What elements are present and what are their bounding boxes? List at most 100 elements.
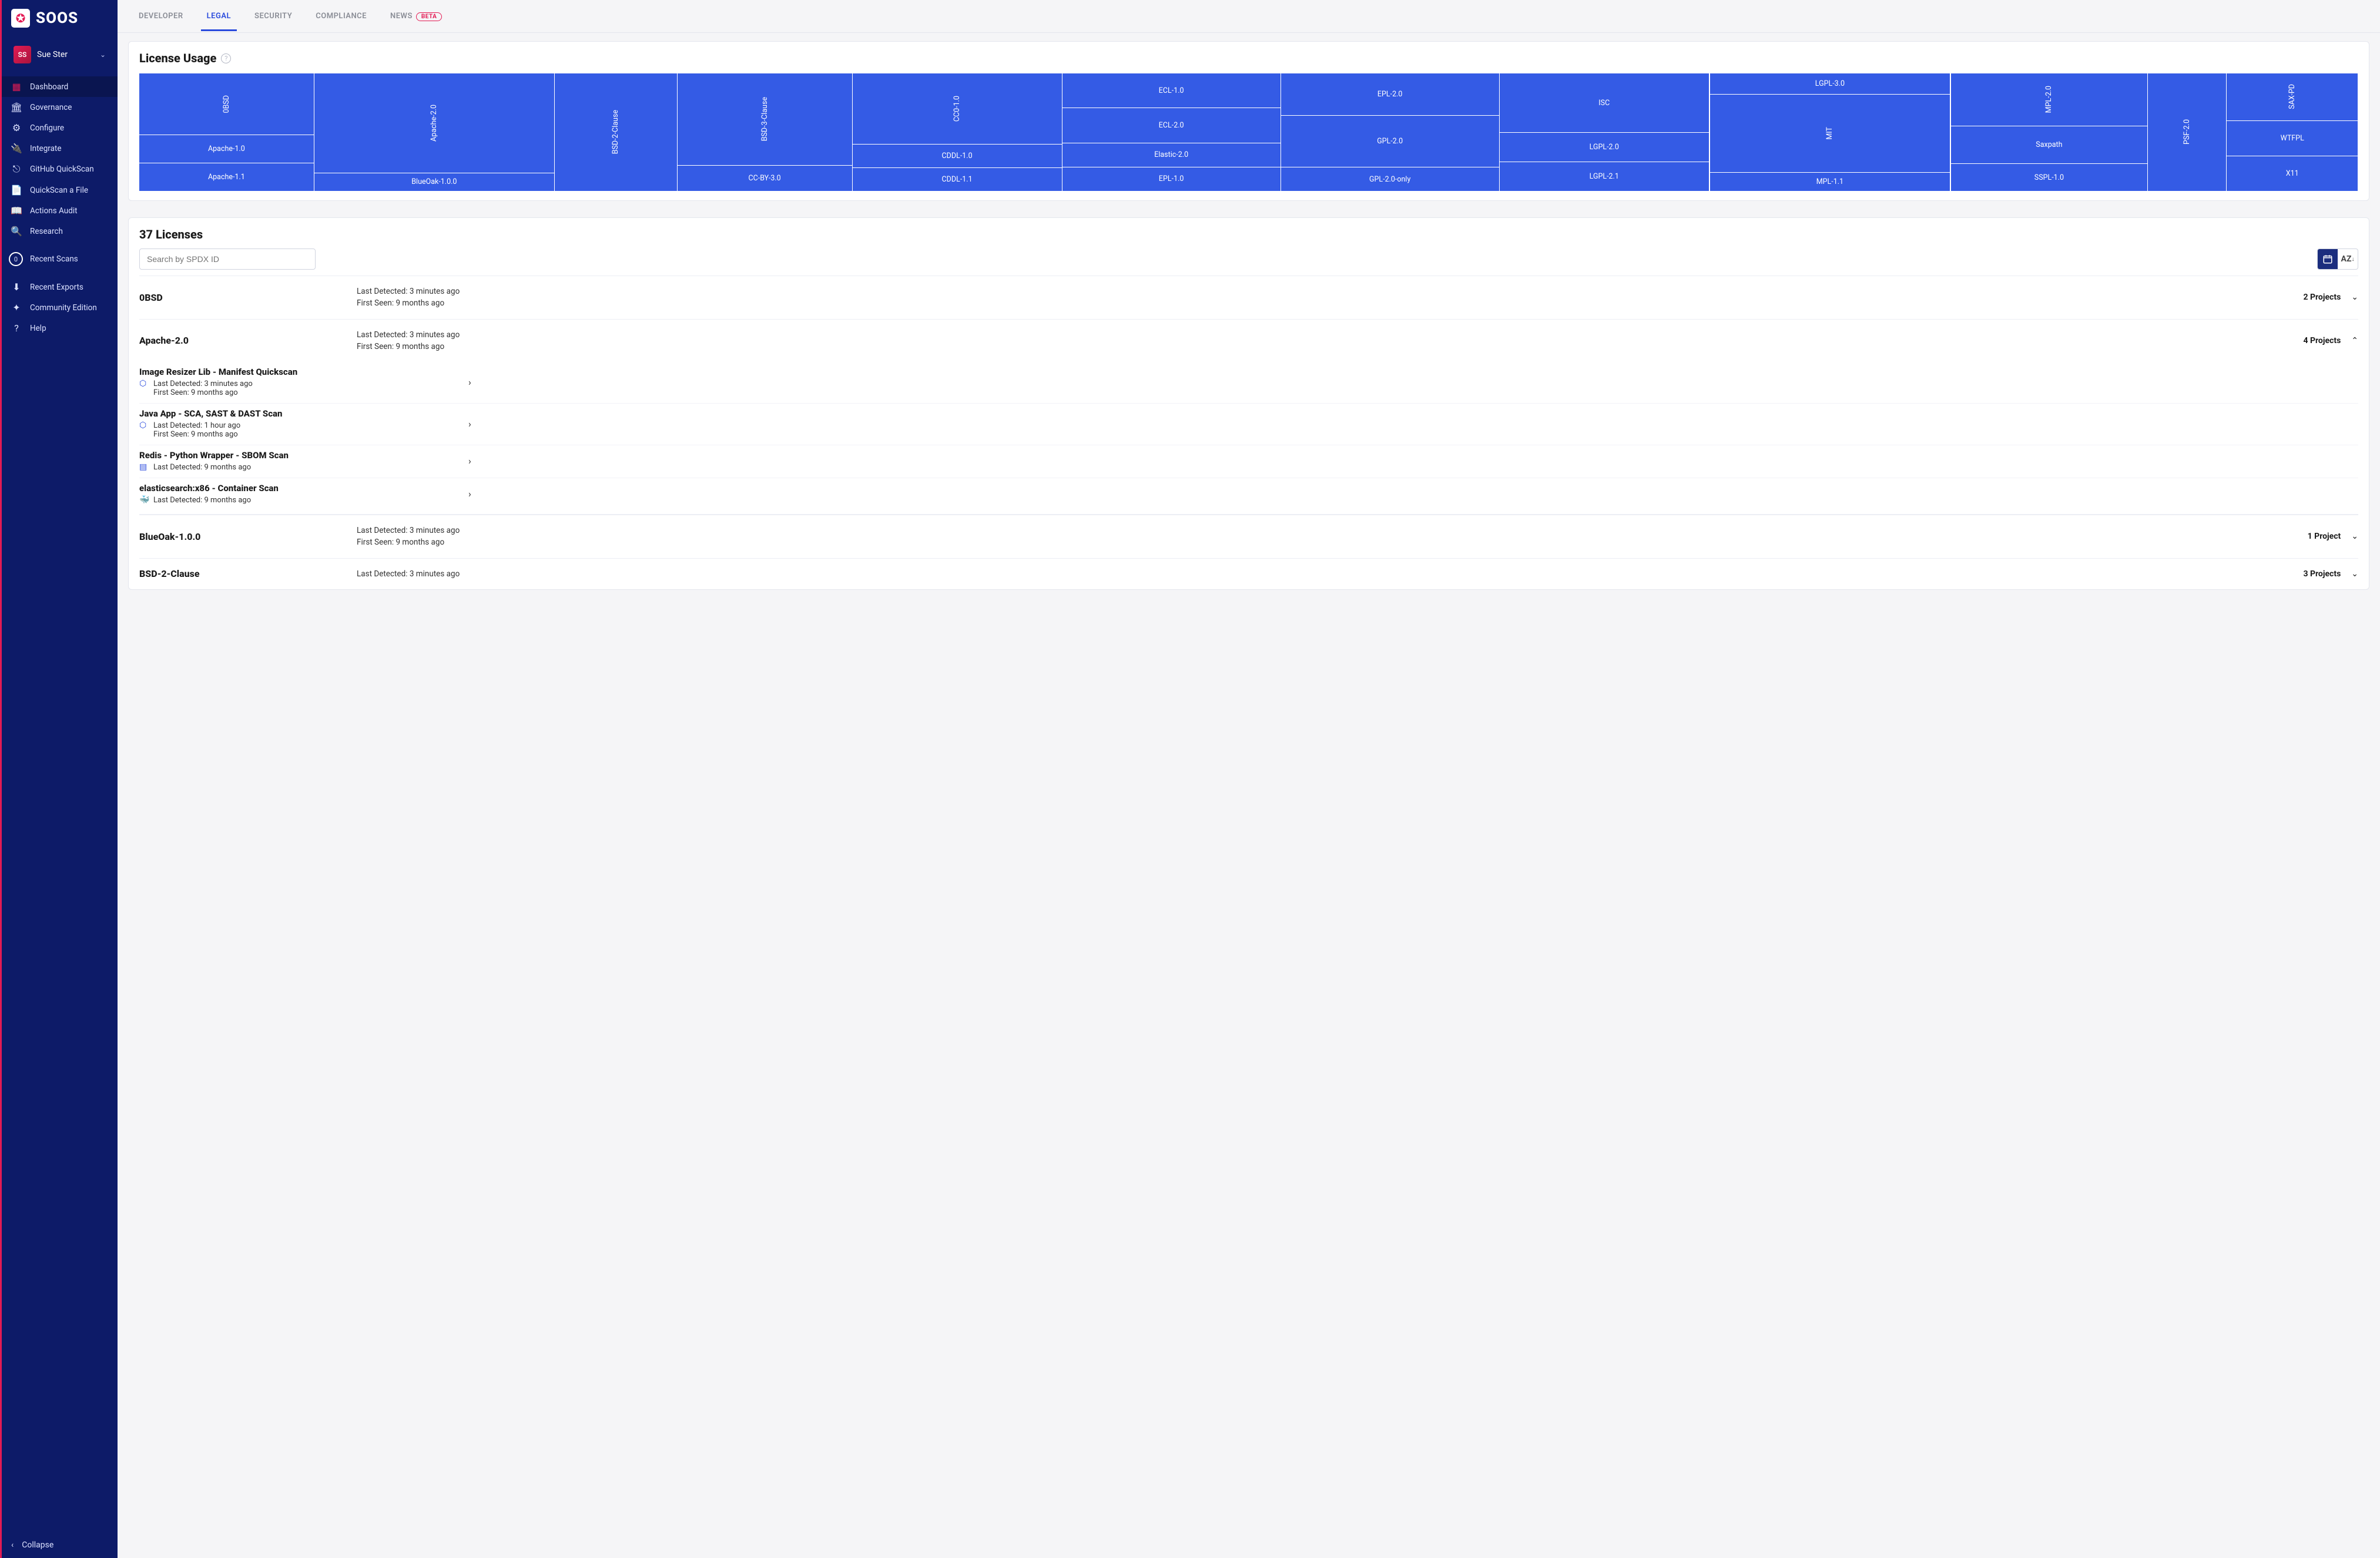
scan-count-badge: 0 bbox=[9, 252, 23, 266]
package-icon: ⬡ bbox=[139, 421, 149, 430]
tab-developer[interactable]: DEVELOPER bbox=[139, 1, 183, 31]
treemap-cell[interactable]: LGPL-2.0 bbox=[1500, 133, 1709, 162]
project-row[interactable]: Redis - Python Wrapper - SBOM Scan ▤Last… bbox=[139, 445, 2358, 478]
logo: ✪ SOOS bbox=[2, 0, 118, 36]
treemap-cell[interactable]: CDDL-1.0 bbox=[853, 145, 1062, 167]
nav-configure[interactable]: ⚙ Configure bbox=[2, 117, 118, 138]
search-input[interactable] bbox=[139, 249, 316, 270]
treemap-cell[interactable]: ISC bbox=[1500, 73, 1709, 132]
nav-community[interactable]: ✦ Community Edition bbox=[2, 297, 118, 318]
user-menu[interactable]: SS Sue Ster ⌄ bbox=[6, 40, 113, 69]
treemap-cell[interactable]: GPL-2.0 bbox=[1281, 116, 1499, 167]
nav-quickscan-file[interactable]: 📄QuickScan a File bbox=[2, 180, 118, 200]
chevron-right-icon: › bbox=[468, 455, 471, 466]
sbom-icon: ▤ bbox=[139, 462, 149, 472]
help-icon: ? bbox=[10, 323, 23, 334]
treemap-cell[interactable]: BSD-2-Clause bbox=[555, 73, 677, 191]
license-row[interactable]: BSD-2-Clause Last Detected: 3 minutes ag… bbox=[139, 558, 2358, 580]
treemap-cell[interactable]: EPL-2.0 bbox=[1281, 73, 1499, 115]
treemap-cell[interactable]: BlueOak-1.0.0 bbox=[314, 173, 554, 191]
github-icon: ⎋ bbox=[10, 163, 23, 175]
treemap-cell[interactable]: SSPL-1.0 bbox=[1951, 164, 2147, 191]
list-title: 37 Licenses bbox=[139, 227, 2358, 241]
nav-label: Governance bbox=[30, 103, 72, 112]
nav-integrate[interactable]: 🔌Integrate bbox=[2, 138, 118, 159]
treemap-cell[interactable]: BSD-3-Clause bbox=[678, 73, 852, 165]
nav-governance[interactable]: 🏛Governance bbox=[2, 97, 118, 117]
nav-recent-exports[interactable]: ⬇Recent Exports bbox=[2, 277, 118, 297]
chevron-down-icon: ⌄ bbox=[2351, 293, 2358, 302]
license-row[interactable]: BlueOak-1.0.0 Last Detected: 3 minutes a… bbox=[139, 515, 2358, 558]
treemap-cell[interactable]: CC0-1.0 bbox=[853, 73, 1062, 144]
tab-compliance[interactable]: COMPLIANCE bbox=[316, 1, 367, 31]
nav-label: Configure bbox=[30, 123, 64, 133]
nav-recent-scans[interactable]: 0 Recent Scans bbox=[2, 247, 118, 271]
sort-az-button[interactable]: AZ↓ bbox=[2338, 249, 2358, 269]
treemap-cell[interactable]: ECL-2.0 bbox=[1062, 108, 1280, 142]
community-icon: ✦ bbox=[10, 302, 23, 313]
treemap-cell[interactable]: SAX-PD bbox=[2227, 73, 2358, 120]
treemap-cell[interactable]: EPL-1.0 bbox=[1062, 167, 1280, 191]
treemap-cell[interactable]: CDDL-1.1 bbox=[853, 168, 1062, 191]
treemap-cell[interactable]: PSF-2.0 bbox=[2148, 73, 2227, 191]
nav-help[interactable]: ? Help bbox=[2, 318, 118, 338]
collapse-sidebar[interactable]: ‹ Collapse bbox=[2, 1532, 118, 1558]
treemap-cell[interactable]: LGPL-2.1 bbox=[1500, 162, 1709, 191]
nav-dashboard[interactable]: ▦Dashboard bbox=[2, 76, 118, 97]
treemap-cell[interactable]: LGPL-3.0 bbox=[1710, 73, 1950, 94]
license-meta: Last Detected: 3 minutes ago bbox=[357, 568, 2303, 580]
license-row[interactable]: 0BSD Last Detected: 3 minutes agoFirst S… bbox=[139, 276, 2358, 319]
help-icon[interactable]: ? bbox=[221, 53, 231, 63]
treemap-cell[interactable]: X11 bbox=[2227, 156, 2358, 191]
integrate-icon: 🔌 bbox=[10, 143, 23, 154]
treemap-cell[interactable]: Apache-1.1 bbox=[139, 163, 314, 191]
treemap-cell[interactable]: ECL-1.0 bbox=[1062, 73, 1280, 108]
license-name: Apache-2.0 bbox=[139, 335, 357, 346]
beta-badge: BETA bbox=[416, 12, 443, 21]
license-treemap: 0BSD Apache-1.0 Apache-1.1 Apache-2.0 Bl… bbox=[139, 73, 2358, 191]
treemap-cell[interactable]: GPL-2.0-only bbox=[1281, 167, 1499, 191]
treemap-cell[interactable]: Elastic-2.0 bbox=[1062, 143, 1280, 167]
license-meta: Last Detected: 3 minutes agoFirst Seen: … bbox=[357, 286, 2303, 310]
treemap-cell[interactable]: MPL-2.0 bbox=[1951, 73, 2147, 126]
project-row[interactable]: Image Resizer Lib - Manifest Quickscan ⬡… bbox=[139, 362, 2358, 403]
sort-date-button[interactable] bbox=[2318, 249, 2338, 269]
nav-label: Help bbox=[30, 324, 46, 333]
treemap-cell[interactable]: Apache-2.0 bbox=[314, 73, 554, 173]
treemap-cell[interactable]: WTFPL bbox=[2227, 121, 2358, 156]
configure-icon: ⚙ bbox=[10, 122, 23, 133]
nav-github-quickscan[interactable]: ⎋ GitHub QuickScan bbox=[2, 159, 118, 180]
nav-label: GitHub QuickScan bbox=[30, 164, 94, 174]
calendar-icon bbox=[2322, 254, 2333, 264]
export-icon: ⬇ bbox=[10, 281, 23, 293]
treemap-cell[interactable]: 0BSD bbox=[139, 73, 314, 135]
project-title: Image Resizer Lib - Manifest Quickscan bbox=[139, 367, 468, 377]
treemap-cell[interactable]: MPL-1.1 bbox=[1710, 173, 1950, 191]
tab-legal[interactable]: LEGAL bbox=[207, 1, 231, 31]
nav-label: Recent Scans bbox=[30, 254, 78, 264]
license-name: BlueOak-1.0.0 bbox=[139, 531, 357, 542]
project-count: 1 Project bbox=[2308, 532, 2341, 541]
usage-title: License Usage bbox=[139, 51, 216, 65]
nav-label: Community Edition bbox=[30, 303, 97, 313]
tab-news[interactable]: NEWSBETA bbox=[390, 1, 442, 31]
project-row[interactable]: Java App - SCA, SAST & DAST Scan ⬡Last D… bbox=[139, 403, 2358, 445]
main: DEVELOPER LEGAL SECURITY COMPLIANCE NEWS… bbox=[118, 0, 2380, 1558]
brand-name: SOOS bbox=[36, 9, 78, 27]
license-row[interactable]: Apache-2.0 Last Detected: 3 minutes agoF… bbox=[139, 319, 2358, 362]
license-name: 0BSD bbox=[139, 292, 357, 303]
treemap-cell[interactable]: Apache-1.0 bbox=[139, 135, 314, 163]
treemap-cell[interactable]: CC-BY-3.0 bbox=[678, 166, 852, 191]
nav-actions-audit[interactable]: 📖Actions Audit bbox=[2, 200, 118, 221]
nav-research[interactable]: 🔍Research bbox=[2, 221, 118, 241]
project-row[interactable]: elasticsearch:x86 - Container Scan 🐳Last… bbox=[139, 478, 2358, 511]
chevron-left-icon: ‹ bbox=[11, 1540, 14, 1550]
project-title: Java App - SCA, SAST & DAST Scan bbox=[139, 408, 468, 419]
chevron-down-icon: ⌄ bbox=[100, 51, 106, 59]
treemap-cell[interactable]: MIT bbox=[1710, 95, 1950, 173]
dashboard-icon: ▦ bbox=[10, 81, 23, 92]
chevron-up-icon: ⌃ bbox=[2351, 336, 2358, 345]
tab-security[interactable]: SECURITY bbox=[254, 1, 292, 31]
treemap-cell[interactable]: Saxpath bbox=[1951, 126, 2147, 164]
user-name: Sue Ster bbox=[37, 50, 94, 59]
